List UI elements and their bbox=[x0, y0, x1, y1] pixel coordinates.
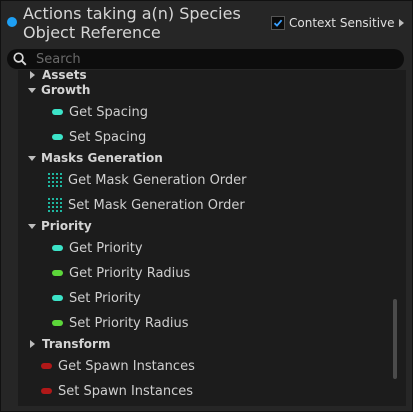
expanded-arrow-icon[interactable] bbox=[28, 223, 36, 229]
checkmark-icon bbox=[273, 19, 283, 27]
struct-pin-icon bbox=[41, 363, 52, 369]
action-item-set-priority-radius[interactable]: Set Priority Radius bbox=[52, 312, 188, 334]
action-label: Set Spawn Instances bbox=[58, 383, 194, 399]
float-pin-icon bbox=[52, 320, 63, 326]
category-growth[interactable]: Growth bbox=[28, 79, 90, 101]
category-priority[interactable]: Priority bbox=[28, 215, 92, 237]
action-item-set-spacing[interactable]: Set Spacing bbox=[52, 126, 146, 148]
float-pin-icon bbox=[52, 109, 63, 115]
expanded-arrow-icon[interactable] bbox=[28, 87, 36, 93]
action-item-set-mask-generation-order[interactable]: Set Mask Generation Order bbox=[48, 194, 245, 216]
search-input[interactable] bbox=[36, 51, 376, 67]
category-label: Priority bbox=[41, 219, 92, 233]
action-label: Get Priority Radius bbox=[69, 265, 191, 281]
action-menu-header: Actions taking a(n) Species Object Refer… bbox=[1, 1, 412, 45]
search-icon bbox=[12, 51, 28, 67]
collapsed-arrow-icon[interactable] bbox=[30, 340, 35, 348]
action-label: Get Spacing bbox=[69, 104, 149, 120]
float-pin-icon bbox=[52, 245, 63, 251]
action-item-get-priority-radius[interactable]: Get Priority Radius bbox=[52, 262, 190, 284]
action-label: Get Priority bbox=[69, 240, 143, 256]
action-label: Get Mask Generation Order bbox=[68, 172, 247, 188]
float-pin-icon bbox=[52, 295, 63, 301]
action-label: Set Priority bbox=[69, 290, 141, 306]
scrollbar-thumb[interactable] bbox=[393, 299, 397, 379]
category-label: Masks Generation bbox=[41, 151, 163, 165]
object-type-dot-icon bbox=[7, 17, 17, 27]
collapsed-arrow-icon[interactable] bbox=[30, 71, 35, 79]
action-menu-panel: Actions taking a(n) Species Object Refer… bbox=[0, 0, 413, 412]
expand-arrow-icon[interactable] bbox=[398, 19, 404, 27]
action-item-get-priority[interactable]: Get Priority bbox=[52, 237, 143, 259]
category-label: Transform bbox=[42, 337, 111, 351]
action-item-get-spacing[interactable]: Get Spacing bbox=[52, 101, 148, 123]
action-item-set-priority[interactable]: Set Priority bbox=[52, 287, 141, 309]
array-grid-icon bbox=[48, 198, 62, 212]
action-item-get-mask-generation-order[interactable]: Get Mask Generation Order bbox=[48, 169, 247, 191]
category-label: Growth bbox=[41, 83, 91, 97]
action-item-get-spawn-instances[interactable]: Get Spawn Instances bbox=[41, 355, 195, 377]
category-masks-generation[interactable]: Masks Generation bbox=[28, 147, 163, 169]
action-label: Set Spacing bbox=[69, 129, 147, 145]
context-sensitive-checkbox[interactable] bbox=[271, 16, 285, 30]
float-pin-icon bbox=[52, 134, 63, 140]
context-sensitive-toggle[interactable]: Context Sensitive bbox=[271, 14, 404, 32]
action-label: Set Priority Radius bbox=[69, 315, 189, 331]
float-pin-icon bbox=[52, 270, 63, 276]
array-grid-icon bbox=[48, 173, 62, 187]
action-item-set-spawn-instances[interactable]: Set Spawn Instances bbox=[41, 380, 193, 402]
action-menu-title: Actions taking a(n) Species Object Refer… bbox=[23, 4, 241, 42]
category-transform[interactable]: Transform bbox=[28, 333, 110, 355]
action-label: Set Mask Generation Order bbox=[68, 197, 245, 213]
context-sensitive-label: Context Sensitive bbox=[289, 16, 395, 30]
expanded-arrow-icon[interactable] bbox=[28, 155, 36, 161]
action-list: Assets Growth Get Spacing Set Spacing Ma… bbox=[18, 70, 406, 406]
action-label: Get Spawn Instances bbox=[58, 358, 195, 374]
struct-pin-icon bbox=[41, 388, 52, 394]
search-box[interactable] bbox=[7, 49, 404, 69]
